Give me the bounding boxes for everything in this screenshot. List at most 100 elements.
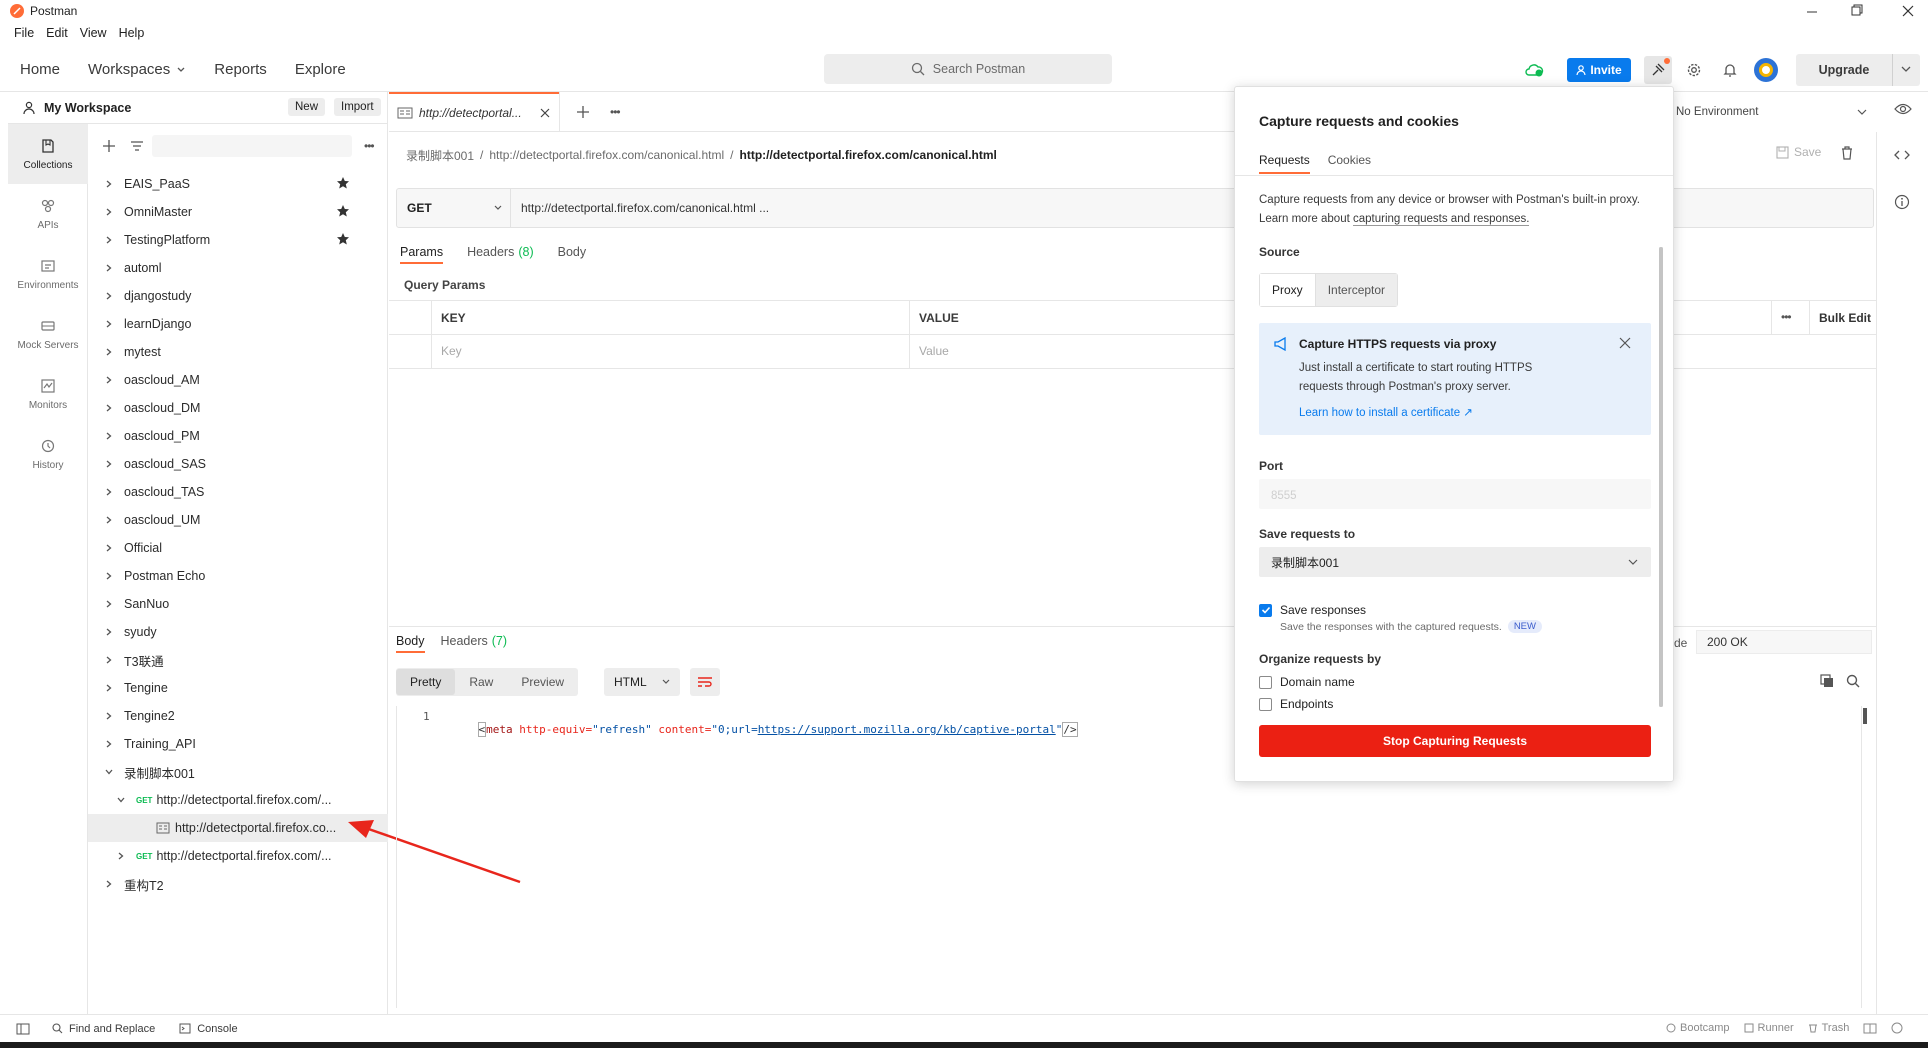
- collection-item[interactable]: Tengine: [88, 674, 388, 702]
- collection-item[interactable]: Official: [88, 534, 388, 562]
- sync-status-button[interactable]: [1520, 56, 1548, 84]
- filter-icon[interactable]: [130, 139, 144, 153]
- nav-reports[interactable]: Reports: [214, 61, 267, 78]
- collection-item[interactable]: SanNuo: [88, 590, 388, 618]
- close-window-button[interactable]: [1898, 2, 1918, 20]
- notifications-button[interactable]: [1716, 56, 1744, 84]
- nav-workspaces[interactable]: Workspaces: [88, 61, 186, 78]
- stop-capturing-button[interactable]: Stop Capturing Requests: [1259, 725, 1651, 757]
- view-preview[interactable]: Preview: [507, 669, 578, 695]
- rail-history[interactable]: History: [8, 424, 88, 484]
- organize-endpoints-checkbox[interactable]: [1259, 697, 1272, 711]
- menu-view[interactable]: View: [80, 26, 107, 40]
- method-select[interactable]: GET: [397, 189, 511, 227]
- save-button[interactable]: Save: [1776, 145, 1821, 159]
- settings-button[interactable]: [1680, 56, 1708, 84]
- menu-file[interactable]: File: [14, 26, 34, 40]
- rail-monitors[interactable]: Monitors: [8, 364, 88, 424]
- popover-tab-cookies[interactable]: Cookies: [1328, 153, 1371, 174]
- minimize-button[interactable]: [1802, 2, 1822, 20]
- code-link[interactable]: https://support.mozilla.org/kb/captive-p…: [758, 723, 1056, 736]
- editor-scrollbar[interactable]: [1861, 706, 1869, 1008]
- console-button[interactable]: Console: [179, 1023, 238, 1035]
- tab-params[interactable]: Params: [400, 245, 444, 264]
- plus-icon[interactable]: [102, 139, 116, 153]
- column-options-icon[interactable]: •••: [1781, 310, 1792, 324]
- eye-icon[interactable]: [1894, 102, 1912, 116]
- close-icon[interactable]: [539, 107, 551, 119]
- url-input[interactable]: http://detectportal.firefox.com/canonica…: [521, 201, 769, 215]
- collection-item[interactable]: mytest: [88, 338, 388, 366]
- collection-item[interactable]: Training_API: [88, 730, 388, 758]
- collection-item[interactable]: T3联通: [88, 646, 388, 674]
- rail-apis[interactable]: APIs: [8, 184, 88, 244]
- collection-item[interactable]: automl: [88, 254, 388, 282]
- bulk-edit-button[interactable]: Bulk Edit: [1819, 311, 1871, 325]
- collection-item[interactable]: TestingPlatform: [88, 226, 388, 254]
- code-icon[interactable]: [1894, 148, 1910, 162]
- save-responses-option[interactable]: Save responses: [1259, 603, 1366, 617]
- star-icon[interactable]: [336, 176, 350, 190]
- trash-icon[interactable]: [1840, 146, 1854, 160]
- collection-item[interactable]: Postman Echo: [88, 562, 388, 590]
- info-link[interactable]: Learn how to install a certificate ↗: [1299, 405, 1473, 419]
- save-to-select[interactable]: 录制脚本001: [1259, 547, 1651, 577]
- collection-item[interactable]: oascloud_TAS: [88, 478, 388, 506]
- format-select[interactable]: HTML: [604, 668, 680, 696]
- avatar[interactable]: [1752, 56, 1780, 84]
- collection-item[interactable]: oascloud_PM: [88, 422, 388, 450]
- nav-explore[interactable]: Explore: [295, 61, 346, 78]
- request-item[interactable]: GET http://detectportal.firefox.com/...: [88, 786, 388, 814]
- environment-selector[interactable]: No Environment: [1676, 100, 1876, 124]
- collection-item[interactable]: EAIS_PaaS: [88, 170, 388, 198]
- key-input[interactable]: Key: [441, 344, 462, 358]
- response-tab-body[interactable]: Body: [396, 634, 425, 653]
- sidebar-toggle-icon[interactable]: [16, 1023, 30, 1035]
- tab-body[interactable]: Body: [558, 245, 587, 264]
- collection-item[interactable]: djangostudy: [88, 282, 388, 310]
- collection-open[interactable]: 录制脚本001: [88, 758, 388, 786]
- rail-mock-servers[interactable]: Mock Servers: [8, 304, 88, 364]
- collection-item[interactable]: learnDjango: [88, 310, 388, 338]
- search-box[interactable]: Search Postman: [824, 54, 1112, 84]
- rail-environments[interactable]: Environments: [8, 244, 88, 304]
- port-input[interactable]: 8555: [1259, 479, 1651, 509]
- invite-button[interactable]: Invite: [1567, 58, 1631, 82]
- nav-home[interactable]: Home: [20, 61, 60, 78]
- source-interceptor[interactable]: Interceptor: [1315, 274, 1398, 306]
- star-icon[interactable]: [336, 232, 350, 246]
- collection-item[interactable]: OmniMaster: [88, 198, 388, 226]
- collection-item[interactable]: oascloud_AM: [88, 366, 388, 394]
- popover-scrollbar[interactable]: [1659, 247, 1663, 707]
- capture-requests-button[interactable]: [1644, 56, 1672, 84]
- copy-icon[interactable]: [1820, 674, 1834, 688]
- menu-edit[interactable]: Edit: [46, 26, 68, 40]
- runner-button[interactable]: Runner: [1744, 1022, 1794, 1034]
- response-tab-headers[interactable]: Headers (7): [441, 634, 508, 653]
- collection-item[interactable]: oascloud_DM: [88, 394, 388, 422]
- view-raw[interactable]: Raw: [455, 669, 507, 695]
- new-tab-plus-icon[interactable]: [576, 105, 590, 119]
- source-proxy[interactable]: Proxy: [1260, 274, 1316, 306]
- collection-item[interactable]: oascloud_SAS: [88, 450, 388, 478]
- popover-tab-requests[interactable]: Requests: [1259, 153, 1310, 174]
- save-responses-checkbox[interactable]: [1259, 603, 1272, 617]
- star-icon[interactable]: [336, 204, 350, 218]
- wrap-lines-button[interactable]: [690, 668, 720, 696]
- bootcamp-button[interactable]: Bootcamp: [1666, 1022, 1730, 1034]
- sidebar-search-input[interactable]: [152, 135, 352, 157]
- collection-item[interactable]: syudy: [88, 618, 388, 646]
- upgrade-button[interactable]: Upgrade: [1796, 54, 1920, 86]
- help-icon[interactable]: [1891, 1022, 1903, 1034]
- intro-link[interactable]: capturing requests and responses.: [1353, 213, 1530, 226]
- close-icon[interactable]: [1619, 337, 1631, 349]
- organize-domain-option[interactable]: Domain name: [1259, 675, 1355, 689]
- request-tab[interactable]: http://detectportal...: [389, 91, 559, 132]
- maximize-button[interactable]: [1846, 2, 1866, 20]
- breadcrumb-request[interactable]: http://detectportal.firefox.com/canonica…: [489, 148, 724, 162]
- value-input[interactable]: Value: [919, 344, 949, 358]
- rail-collections[interactable]: Collections: [8, 124, 88, 184]
- organize-domain-checkbox[interactable]: [1259, 675, 1272, 689]
- find-replace-button[interactable]: Find and Replace: [52, 1023, 155, 1035]
- breadcrumb-collection[interactable]: 录制脚本001: [406, 147, 474, 164]
